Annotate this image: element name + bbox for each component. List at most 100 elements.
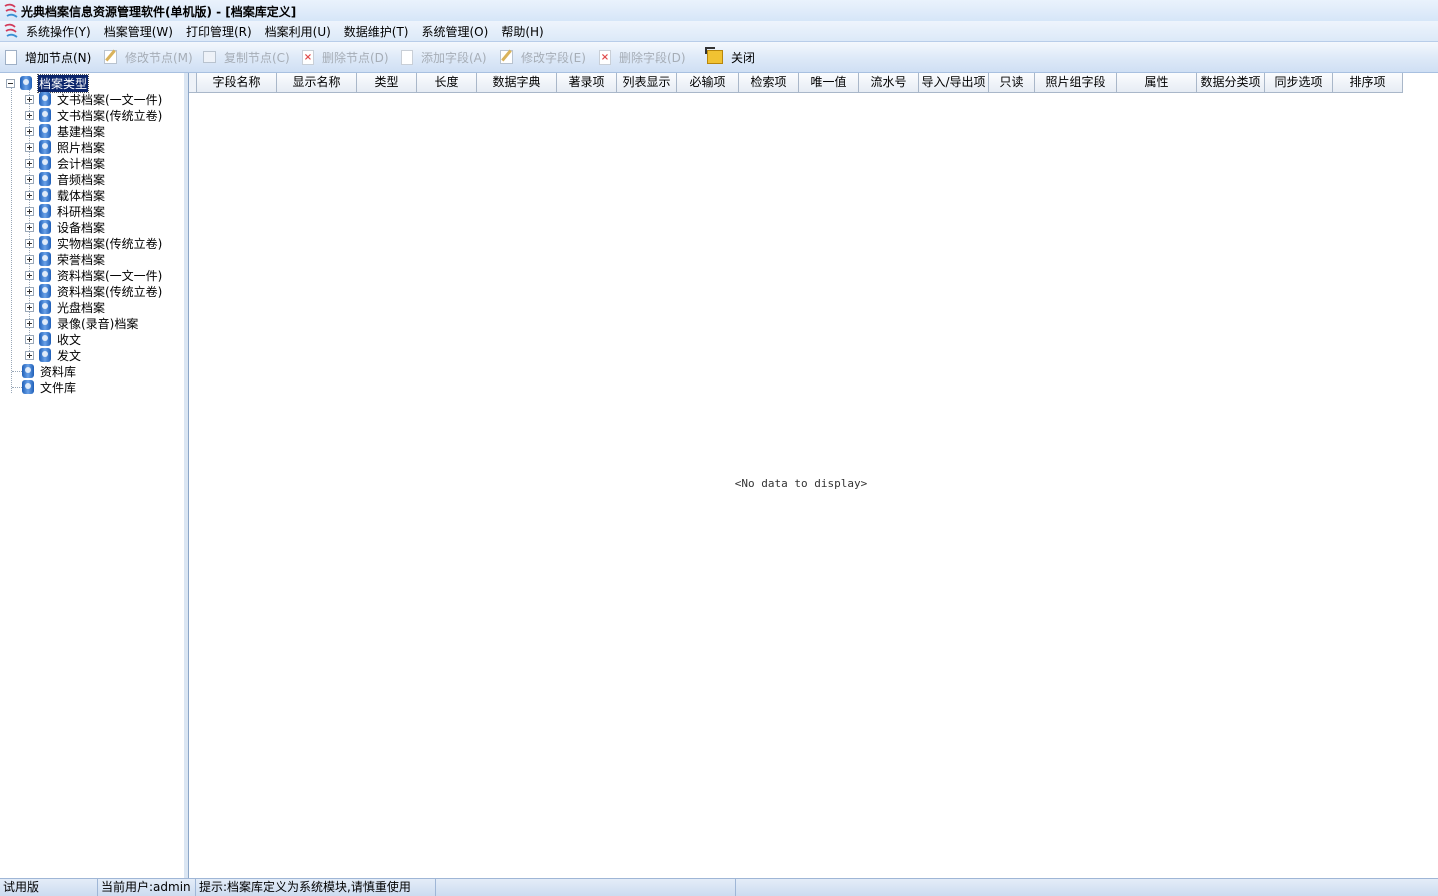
expand-icon[interactable] <box>25 126 34 136</box>
menu-help[interactable]: 帮助(H) <box>501 23 543 40</box>
menu-data-maintenance[interactable]: 数据维护(T) <box>344 23 409 40</box>
expand-icon[interactable] <box>25 350 34 360</box>
tree-item-label: 资料档案(一文一件) <box>57 268 163 283</box>
menu-print-mgmt[interactable]: 打印管理(R) <box>186 23 252 40</box>
delete-icon: × <box>599 49 611 65</box>
tree-item-accounting[interactable]: 会计档案 <box>25 155 105 171</box>
column-header[interactable]: 数据字典 <box>477 73 557 92</box>
tree-item-file-library[interactable]: 文件库 <box>22 379 76 395</box>
tree-item-label: 光盘档案 <box>57 300 106 315</box>
tree-item-doc-traditional[interactable]: 文书档案(传统立卷) <box>25 107 162 123</box>
tree-item-photo[interactable]: 照片档案 <box>25 139 105 155</box>
column-header[interactable]: 照片组字段 <box>1035 73 1117 92</box>
expand-icon[interactable] <box>25 190 34 200</box>
tree-item-label: 收文 <box>57 332 82 347</box>
column-header[interactable]: 属性 <box>1117 73 1197 92</box>
expand-icon[interactable] <box>25 110 34 120</box>
column-header[interactable]: 只读 <box>989 73 1035 92</box>
column-header[interactable]: 检索项 <box>739 73 799 92</box>
archive-type-tree[interactable]: 档案类型 文书档案(一文一件) 文书档案(传统立卷) 基建档案 照片档案 会计档… <box>0 73 185 878</box>
column-header[interactable]: 数据分类项 <box>1197 73 1265 92</box>
edit-field-label: 修改字段(E) <box>521 50 586 65</box>
copy-node-button[interactable]: 复制节点(C) <box>203 48 290 66</box>
new-document-icon <box>5 49 17 65</box>
expand-icon[interactable] <box>25 302 34 312</box>
expand-icon[interactable] <box>25 206 34 216</box>
database-icon <box>39 268 51 282</box>
close-button[interactable]: 关闭 <box>705 47 755 66</box>
status-panel-empty <box>436 879 736 896</box>
app-logo-icon[interactable] <box>3 23 19 39</box>
tree-item-doc-single[interactable]: 文书档案(一文一件) <box>25 91 162 107</box>
database-icon <box>22 380 34 394</box>
tree-item-incoming[interactable]: 收文 <box>25 331 81 347</box>
column-header[interactable]: 排序项 <box>1333 73 1403 92</box>
add-node-button[interactable]: 增加节点(N) <box>5 48 91 66</box>
expand-icon[interactable] <box>25 222 34 232</box>
expand-icon[interactable] <box>25 286 34 296</box>
tree-item-material-single[interactable]: 资料档案(一文一件) <box>25 267 162 283</box>
column-header[interactable]: 著录项 <box>557 73 617 92</box>
tree-item-label: 载体档案 <box>57 188 106 203</box>
column-header[interactable]: 长度 <box>417 73 477 92</box>
column-header[interactable]: 必输项 <box>677 73 739 92</box>
expand-icon[interactable] <box>25 142 34 152</box>
tree-item-video[interactable]: 录像(录音)档案 <box>25 315 138 331</box>
expand-icon[interactable] <box>25 238 34 248</box>
tree-item-research[interactable]: 科研档案 <box>25 203 105 219</box>
edit-node-button[interactable]: 修改节点(M) <box>104 48 193 66</box>
expand-icon[interactable] <box>25 158 34 168</box>
menu-archive-mgmt[interactable]: 档案管理(W) <box>104 23 173 40</box>
tree-item-label: 文件库 <box>40 380 77 395</box>
delete-field-button[interactable]: × 删除字段(D) <box>599 48 686 66</box>
tree-item-outgoing[interactable]: 发文 <box>25 347 81 363</box>
toolbar: 增加节点(N) 修改节点(M) 复制节点(C) × 删除节点(D) 添加字段(A… <box>0 42 1438 73</box>
tree-item-audio[interactable]: 音频档案 <box>25 171 105 187</box>
expand-icon[interactable] <box>25 318 34 328</box>
column-header[interactable]: 显示名称 <box>277 73 357 92</box>
column-header[interactable]: 导入/导出项 <box>919 73 989 92</box>
tree-item-construction[interactable]: 基建档案 <box>25 123 105 139</box>
tree-item-label: 音频档案 <box>57 172 106 187</box>
status-edition: 试用版 <box>0 879 98 896</box>
database-icon <box>39 156 51 170</box>
app-logo-icon <box>4 3 18 18</box>
add-field-button[interactable]: 添加字段(A) <box>401 48 487 66</box>
tree-item-material-library[interactable]: 资料库 <box>22 363 76 379</box>
database-icon <box>39 284 51 298</box>
column-header[interactable]: 列表显示 <box>617 73 677 92</box>
column-header[interactable]: 流水号 <box>859 73 919 92</box>
delete-node-button[interactable]: × 删除节点(D) <box>302 48 389 66</box>
tree-item-physical[interactable]: 实物档案(传统立卷) <box>25 235 162 251</box>
database-icon <box>39 188 51 202</box>
column-header[interactable]: 类型 <box>357 73 417 92</box>
menu-archive-use[interactable]: 档案利用(U) <box>265 23 331 40</box>
expand-icon[interactable] <box>25 174 34 184</box>
edit-field-button[interactable]: 修改字段(E) <box>500 48 586 66</box>
field-grid[interactable]: 字段名称 显示名称 类型 长度 数据字典 著录项 列表显示 必输项 检索项 唯一… <box>189 73 1438 878</box>
collapse-icon[interactable] <box>6 78 15 88</box>
tree-item-label: 资料库 <box>40 364 77 379</box>
menu-system-mgmt[interactable]: 系统管理(O) <box>422 23 489 40</box>
delete-node-label: 删除节点(D) <box>322 50 389 65</box>
tree-item-disc[interactable]: 光盘档案 <box>25 299 105 315</box>
expand-icon[interactable] <box>25 254 34 264</box>
expand-icon[interactable] <box>25 334 34 344</box>
tree-item-honor[interactable]: 荣誉档案 <box>25 251 105 267</box>
expand-icon[interactable] <box>25 270 34 280</box>
tree-root[interactable]: 档案类型 <box>6 73 90 93</box>
new-document-icon <box>401 49 413 65</box>
tree-item-label: 设备档案 <box>57 220 106 235</box>
menu-system-ops[interactable]: 系统操作(Y) <box>26 23 91 40</box>
column-header[interactable]: 字段名称 <box>197 73 277 92</box>
column-header[interactable]: 唯一值 <box>799 73 859 92</box>
menu-bar: 系统操作(Y) 档案管理(W) 打印管理(R) 档案利用(U) 数据维护(T) … <box>0 21 1438 42</box>
column-header[interactable]: 同步选项 <box>1265 73 1333 92</box>
tree-item-label: 文书档案(一文一件) <box>57 92 163 107</box>
expand-icon[interactable] <box>25 94 34 104</box>
grid-header: 字段名称 显示名称 类型 长度 数据字典 著录项 列表显示 必输项 检索项 唯一… <box>189 73 1403 93</box>
tree-item-media[interactable]: 载体档案 <box>25 187 105 203</box>
window-title: 光典档案信息资源管理软件(单机版) - [档案库定义] <box>21 5 297 19</box>
tree-item-equipment[interactable]: 设备档案 <box>25 219 105 235</box>
tree-item-material-traditional[interactable]: 资料档案(传统立卷) <box>25 283 162 299</box>
